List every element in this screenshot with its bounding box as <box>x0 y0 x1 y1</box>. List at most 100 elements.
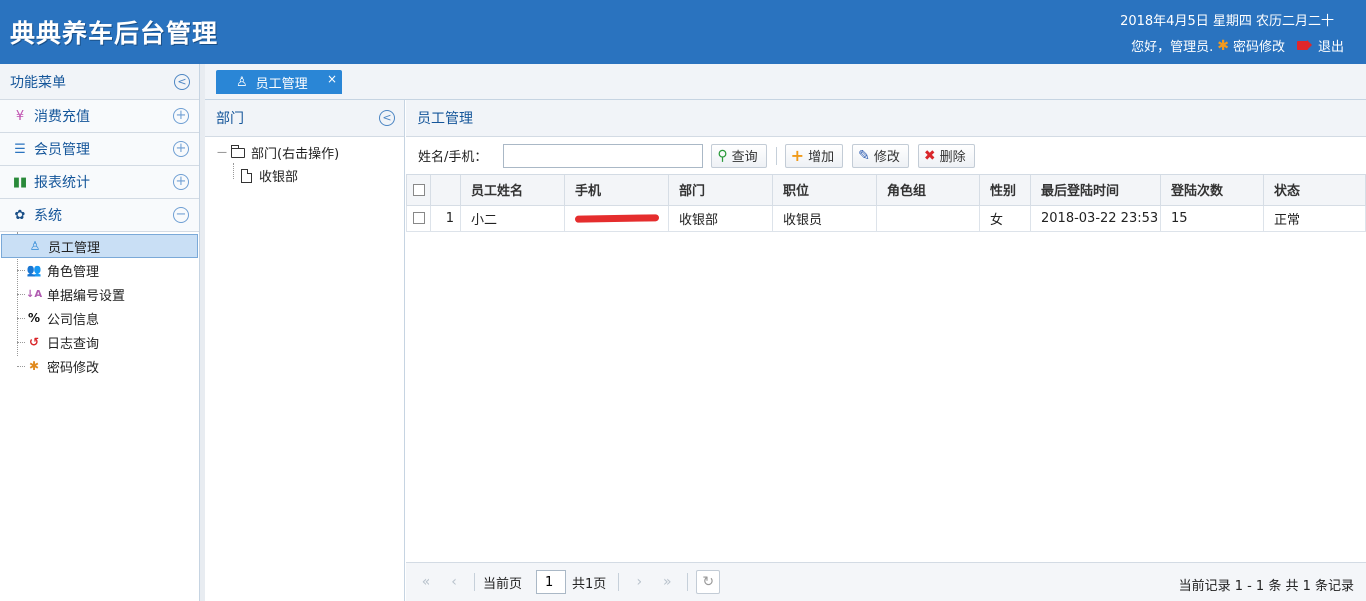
page-number-input[interactable] <box>536 570 567 594</box>
sidebar-section-label: 报表统计 <box>34 175 90 191</box>
department-root-node[interactable]: — 部门(右击操作) <box>217 141 404 164</box>
edit-button-label: 修改 <box>873 150 900 165</box>
sidebar-section-reports[interactable]: ▮▮ 报表统计 + <box>0 166 199 199</box>
cell-name: 小二 <box>460 204 565 232</box>
refresh-button[interactable]: ↻ <box>696 570 721 594</box>
column-header[interactable]: 部门 <box>668 175 773 206</box>
close-tab-icon[interactable]: × <box>327 72 337 86</box>
sidebar-item-change-password[interactable]: ✱ 密码修改 <box>0 354 199 378</box>
logout-icon <box>1296 40 1312 50</box>
sidebar-section-members[interactable]: ☰ 会员管理 + <box>0 133 199 166</box>
table-row[interactable]: 1 小二 收银部 收银员 女 2018-03-22 23:53 15 正常 <box>406 204 1366 232</box>
sidebar-item-role-management[interactable]: 👥 角色管理 <box>0 258 199 282</box>
record-info: 当前记录 1 - 1 条 共 1 条记录 <box>1178 579 1354 594</box>
collapse-sidebar-button[interactable]: < <box>174 74 190 90</box>
sidebar-item-employee-management[interactable]: ♙ 员工管理 <box>1 234 198 258</box>
delete-button[interactable]: ✖ 删除 <box>917 143 975 168</box>
sidebar-section-recharge[interactable]: ¥ 消费充值 + <box>0 100 199 133</box>
sidebar-section-system[interactable]: ✿ 系统 − <box>0 199 199 232</box>
logout-link[interactable]: 退出 <box>1318 36 1344 55</box>
column-header[interactable]: 登陆次数 <box>1160 175 1264 206</box>
tree-expander-icon[interactable]: — <box>217 147 231 158</box>
column-header[interactable]: 职位 <box>772 175 877 206</box>
row-select-cell <box>406 204 431 232</box>
app-title: 典典养车后台管理 <box>10 19 219 48</box>
system-menu-tree: ♙ 员工管理 👥 角色管理 ↓A 单据编号设置 % 公司信息 ↺ 日志查询 ✱ … <box>0 232 199 378</box>
sidebar-section-label: 系统 <box>34 208 62 224</box>
asterisk-icon: ✱ <box>1217 37 1229 54</box>
edit-icon: ✎ <box>858 147 870 164</box>
sidebar-title: 功能菜单 <box>10 74 66 91</box>
tab-label: 员工管理 <box>255 76 308 92</box>
tab-employee-management[interactable]: ♙ 员工管理 × <box>216 70 342 94</box>
file-icon <box>241 168 252 183</box>
collapse-icon: − <box>173 207 189 223</box>
sidebar-section-label: 会员管理 <box>34 142 90 158</box>
sidebar-section-label: 消费充值 <box>34 109 90 125</box>
department-root-label: 部门(右击操作) <box>251 147 340 162</box>
expand-icon: + <box>173 174 189 190</box>
expand-icon: + <box>173 108 189 124</box>
add-button-label: 增加 <box>808 150 835 165</box>
gear-icon: ✿ <box>14 207 26 223</box>
cell-phone <box>564 204 669 232</box>
next-page-button[interactable]: › <box>627 570 651 594</box>
column-header[interactable]: 员工姓名 <box>460 175 565 206</box>
select-all-checkbox[interactable] <box>412 183 425 196</box>
app-header: 典典养车后台管理 2018年4月5日 星期四 农历二月二十 您好，管理员. ✱ … <box>0 0 1366 64</box>
collapse-department-button[interactable]: < <box>379 110 395 126</box>
sidebar-item-label: 公司信息 <box>47 312 100 328</box>
prev-page-button[interactable]: ‹ <box>442 570 466 594</box>
search-input[interactable] <box>503 143 704 168</box>
sidebar: 功能菜单 < ¥ 消费充值 + ☰ 会员管理 + ▮▮ 报表统计 + ✿ 系统 … <box>0 64 200 601</box>
grid-panel-title: 员工管理 <box>417 111 473 127</box>
sidebar-item-label: 单据编号设置 <box>47 288 126 304</box>
history-icon: ↺ <box>28 335 40 349</box>
employee-table: 员工姓名 手机 部门 职位 角色组 性别 最后登陆时间 登陆次数 状态 1 小二… <box>406 175 1366 232</box>
column-header[interactable]: 手机 <box>564 175 669 206</box>
edit-button[interactable]: ✎ 修改 <box>852 143 909 168</box>
select-all-cell <box>406 175 431 206</box>
department-node-label: 收银部 <box>259 170 299 185</box>
add-button[interactable]: + 增加 <box>784 143 844 168</box>
column-header[interactable]: 性别 <box>979 175 1031 206</box>
sidebar-item-label: 密码修改 <box>47 360 100 376</box>
folder-open-icon <box>231 144 245 158</box>
delete-icon: ✖ <box>923 147 936 164</box>
tab-bar: ♙ 员工管理 × <box>205 64 1366 100</box>
department-node-cashier[interactable]: 收银部 <box>217 164 404 187</box>
sidebar-item-log-query[interactable]: ↺ 日志查询 <box>0 330 199 354</box>
table-header-row: 员工姓名 手机 部门 职位 角色组 性别 最后登陆时间 登陆次数 状态 <box>406 175 1366 206</box>
date-display: 2018年4月5日 星期四 农历二月二十 <box>1120 14 1334 29</box>
grid-panel-header: 员工管理 <box>406 100 1366 137</box>
department-tree: — 部门(右击操作) 收银部 <box>205 137 404 187</box>
column-header[interactable]: 状态 <box>1263 175 1366 206</box>
cell-position: 收银员 <box>772 204 877 232</box>
users-icon: 👥 <box>26 263 42 277</box>
department-panel-header: 部门 < <box>205 100 404 137</box>
search-label: 姓名/手机： <box>418 150 488 165</box>
row-checkbox[interactable] <box>412 212 425 224</box>
expand-icon: + <box>173 141 189 157</box>
cell-role <box>876 204 980 232</box>
first-page-button[interactable]: « <box>414 570 438 594</box>
total-pages-label: 共1页 <box>572 576 607 592</box>
percent-icon: % <box>27 311 41 325</box>
column-header[interactable]: 最后登陆时间 <box>1030 175 1161 206</box>
cell-dept: 收银部 <box>668 204 773 232</box>
delete-button-label: 删除 <box>939 150 966 165</box>
cell-status: 正常 <box>1263 204 1366 232</box>
asterisk-icon: ✱ <box>28 359 40 373</box>
department-panel: 部门 < — 部门(右击操作) 收银部 <box>205 100 405 601</box>
query-button[interactable]: ⚲ 查询 <box>711 143 767 168</box>
sort-az-icon: ↓A <box>26 288 43 300</box>
change-password-link[interactable]: 密码修改 <box>1233 36 1285 55</box>
sidebar-item-document-numbering[interactable]: ↓A 单据编号设置 <box>0 282 199 306</box>
column-header[interactable]: 角色组 <box>876 175 980 206</box>
last-page-button[interactable]: » <box>655 570 679 594</box>
sidebar-item-company-info[interactable]: % 公司信息 <box>0 306 199 330</box>
sidebar-item-label: 角色管理 <box>47 264 100 280</box>
cell-gender: 女 <box>979 204 1031 232</box>
pagination-bar: « ‹ 当前页 共1页 › » ↻ 当前记录 1 - 1 条 共 1 条记录 <box>406 562 1366 601</box>
yen-icon: ¥ <box>15 108 25 124</box>
